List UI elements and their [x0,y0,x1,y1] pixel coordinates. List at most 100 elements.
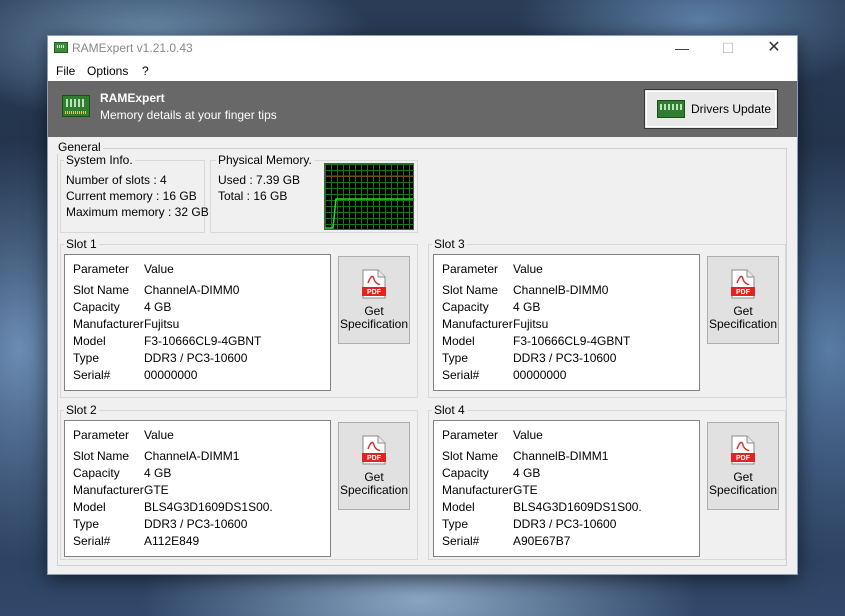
slot-count-text: Number of slots : 4 [66,173,167,187]
column-header-parameter[interactable]: Parameter [442,262,498,276]
get-specification-label-line2: Specification [708,483,778,497]
maximize-button[interactable]: ☐ [705,36,751,60]
slot-parameter-table[interactable]: Parameter Value Slot Name ChannelB-DIMM0 Cap… [433,254,700,391]
slot-parameter-table[interactable]: Parameter Value Slot Name ChannelA-DIMM1 Cap… [64,420,331,557]
parameter-value-cell: ChannelA-DIMM1 [144,449,240,463]
parameter-value-cell: DDR3 / PC3-10600 [144,517,248,531]
memory-usage-plot [325,175,413,229]
parameter-value-cell: BLS4G3D1609DS1S00. [513,500,642,514]
get-specification-label-line1: Get [364,470,384,484]
banner-subtitle: Memory details at your finger tips [100,108,277,122]
get-specification-button[interactable]: PDF Get Specification [707,422,779,510]
parameter-value-cell: Fujitsu [144,317,180,331]
parameter-name-cell: Manufacturer [442,317,513,331]
parameter-value-cell: ChannelB-DIMM1 [513,449,609,463]
parameter-value-cell: 4 GB [144,300,172,314]
parameter-name-cell: Manufacturer [73,317,144,331]
get-specification-label: Get Specification [708,471,778,497]
parameter-value-cell: ChannelB-DIMM0 [513,283,609,297]
slot-parameter-table[interactable]: Parameter Value Slot Name ChannelB-DIMM1 Cap… [433,420,700,557]
header-banner: RAMExpert Memory details at your finger … [48,81,797,137]
used-memory-text: Used : 7.39 GB [218,173,301,187]
parameter-value-cell: F3-10666CL9-4GBNT [513,334,631,348]
parameter-value-cell: 00000000 [513,368,567,382]
get-specification-label-line2: Specification [339,317,409,331]
banner-title: RAMExpert [100,91,165,105]
parameter-value-cell: BLS4G3D1609DS1S00. [144,500,273,514]
parameter-value-cell: DDR3 / PC3-10600 [513,517,617,531]
total-memory-text: Total : 16 GB [218,189,288,203]
pdf-icon: PDF [362,435,386,465]
parameter-name-cell: Serial# [73,534,111,548]
slot-legend: Slot 3 [432,237,467,251]
column-header-value[interactable]: Value [144,428,174,442]
get-specification-label-line2: Specification [708,317,778,331]
parameter-name-cell: Capacity [73,300,120,314]
parameter-value-cell: GTE [144,483,169,497]
parameter-name-cell: Capacity [442,300,489,314]
drivers-update-button[interactable]: Drivers Update [644,89,778,129]
pdf-icon: PDF [362,269,386,299]
parameter-name-cell: Slot Name [73,449,130,463]
current-memory-text: Current memory : 16 GB [66,189,197,203]
column-header-value[interactable]: Value [513,428,543,442]
get-specification-label-line1: Get [364,304,384,318]
parameter-value-cell: 00000000 [144,368,198,382]
menu-options[interactable]: Options [87,64,128,78]
parameter-name-cell: Capacity [442,466,489,480]
menu-file[interactable]: File [56,64,75,78]
column-header-parameter[interactable]: Parameter [73,262,129,276]
system-info-legend: System Info. [64,153,135,167]
parameter-value-cell: DDR3 / PC3-10600 [144,351,248,365]
parameter-name-cell: Model [73,334,106,348]
pdf-icon-label: PDF [736,289,751,296]
pdf-icon: PDF [731,269,755,299]
app-window: RAMExpert v1.21.0.43 — ☐ ✕ File Options … [47,35,798,575]
get-specification-label-line1: Get [733,470,753,484]
get-specification-label-line1: Get [733,304,753,318]
parameter-name-cell: Type [442,351,469,365]
minimize-button[interactable]: — [659,36,705,60]
parameter-name-cell: Model [442,500,475,514]
column-header-parameter[interactable]: Parameter [442,428,498,442]
get-specification-label: Get Specification [708,305,778,331]
parameter-name-cell: Slot Name [73,283,130,297]
get-specification-label-line2: Specification [339,483,409,497]
get-specification-button[interactable]: PDF Get Specification [338,256,410,344]
drivers-update-label: Drivers Update [691,102,772,116]
max-memory-text: Maximum memory : 32 GB [66,205,209,219]
slot-parameter-table[interactable]: Parameter Value Slot Name ChannelA-DIMM0 Cap… [64,254,331,391]
parameter-name-cell: Manufacturer [73,483,144,497]
pdf-icon: PDF [731,435,755,465]
parameter-value-cell: A90E67B7 [513,534,571,548]
memory-usage-graph [324,163,414,230]
parameter-name-cell: Type [442,517,469,531]
get-specification-label: Get Specification [339,305,409,331]
parameter-name-cell: Serial# [73,368,111,382]
column-header-parameter[interactable]: Parameter [73,428,129,442]
get-specification-button[interactable]: PDF Get Specification [338,422,410,510]
column-header-value[interactable]: Value [144,262,174,276]
parameter-name-cell: Serial# [442,534,480,548]
physical-memory-legend: Physical Memory. [216,153,314,167]
ram-app-icon [54,42,68,53]
get-specification-button[interactable]: PDF Get Specification [707,256,779,344]
parameter-name-cell: Type [73,351,100,365]
parameter-name-cell: Manufacturer [442,483,513,497]
close-button[interactable]: ✕ [751,36,797,60]
ram-module-icon [62,95,90,117]
window-title: RAMExpert v1.21.0.43 [72,41,193,55]
parameter-value-cell: A112E849 [144,534,200,548]
parameter-value-cell: F3-10666CL9-4GBNT [144,334,262,348]
column-header-value[interactable]: Value [513,262,543,276]
parameter-value-cell: DDR3 / PC3-10600 [513,351,617,365]
menu-help[interactable]: ? [142,64,149,78]
parameter-value-cell: ChannelA-DIMM0 [144,283,240,297]
title-bar[interactable]: RAMExpert v1.21.0.43 — ☐ ✕ [48,36,797,60]
parameter-name-cell: Model [73,500,106,514]
slot-legend: Slot 1 [64,237,99,251]
parameter-name-cell: Serial# [442,368,480,382]
parameter-value-cell: 4 GB [144,466,172,480]
parameter-name-cell: Type [73,517,100,531]
parameter-value-cell: 4 GB [513,300,541,314]
